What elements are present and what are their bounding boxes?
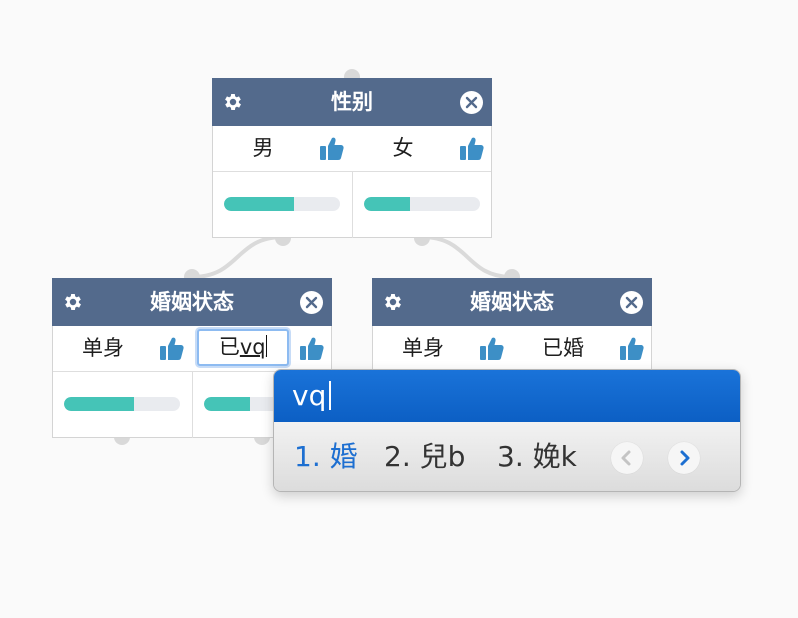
- option-row: 单身 已vq: [53, 326, 331, 372]
- ime-candidate-list: 1. 婚 2. 兒b 3. 娩k: [274, 422, 740, 491]
- text-caret: [265, 335, 268, 357]
- node-title: 婚姻状态: [150, 290, 234, 314]
- progress-area: [213, 171, 491, 238]
- progress-bar: [364, 197, 480, 211]
- chevron-right-icon[interactable]: [668, 442, 700, 474]
- progress-fill: [204, 397, 251, 411]
- progress-bar: [64, 397, 180, 411]
- ime-composition-bar: vq: [274, 370, 740, 422]
- close-icon[interactable]: [460, 91, 483, 114]
- node-title: 性别: [331, 90, 373, 114]
- thumbs-up-icon[interactable]: [299, 336, 325, 362]
- option-row: 单身 已婚: [373, 326, 651, 372]
- close-icon[interactable]: [620, 291, 643, 314]
- option-label[interactable]: 单身: [373, 326, 473, 370]
- input-committed-text: 已: [218, 335, 240, 359]
- option-male[interactable]: 男: [213, 126, 353, 171]
- ime-caret: [329, 381, 332, 410]
- ime-composition-text: vq: [292, 379, 327, 412]
- close-icon[interactable]: [300, 291, 323, 314]
- option-married[interactable]: 已婚: [513, 326, 653, 371]
- option-label-input[interactable]: 已vq: [197, 329, 289, 366]
- option-label[interactable]: 单身: [53, 326, 153, 370]
- node-title: 婚姻状态: [470, 290, 554, 314]
- thumbs-up-icon[interactable]: [479, 336, 505, 362]
- option-married-editing[interactable]: 已vq: [193, 326, 333, 371]
- option-female[interactable]: 女: [353, 126, 493, 171]
- node-header[interactable]: 性别: [212, 78, 492, 126]
- progress-fill: [224, 197, 294, 211]
- option-single[interactable]: 单身: [53, 326, 193, 371]
- progress-fill: [64, 397, 134, 411]
- node-header[interactable]: 婚姻状态: [372, 278, 652, 326]
- progress-bar: [224, 197, 340, 211]
- chevron-left-icon[interactable]: [611, 442, 643, 474]
- thumbs-up-icon[interactable]: [319, 136, 345, 162]
- option-label[interactable]: 男: [213, 126, 313, 170]
- ime-candidate[interactable]: 1. 婚: [294, 422, 358, 491]
- option-label[interactable]: 已婚: [513, 326, 613, 370]
- thumbs-up-icon[interactable]: [459, 136, 485, 162]
- option-single[interactable]: 单身: [373, 326, 513, 371]
- thumbs-up-icon[interactable]: [159, 336, 185, 362]
- option-label[interactable]: 女: [353, 126, 453, 170]
- option-row: 男 女: [213, 126, 491, 172]
- ime-candidate[interactable]: 2. 兒b: [384, 422, 465, 491]
- node-gender[interactable]: 性别 男 女: [212, 78, 492, 238]
- divider: [352, 171, 353, 238]
- input-composition-text: vq: [239, 335, 266, 359]
- progress-fill: [364, 197, 411, 211]
- ime-candidate[interactable]: 3. 娩k: [497, 422, 577, 491]
- thumbs-up-icon[interactable]: [619, 336, 645, 362]
- divider: [192, 371, 193, 438]
- ime-candidate-window: vq 1. 婚 2. 兒b 3. 娩k: [273, 369, 741, 492]
- node-header[interactable]: 婚姻状态: [52, 278, 332, 326]
